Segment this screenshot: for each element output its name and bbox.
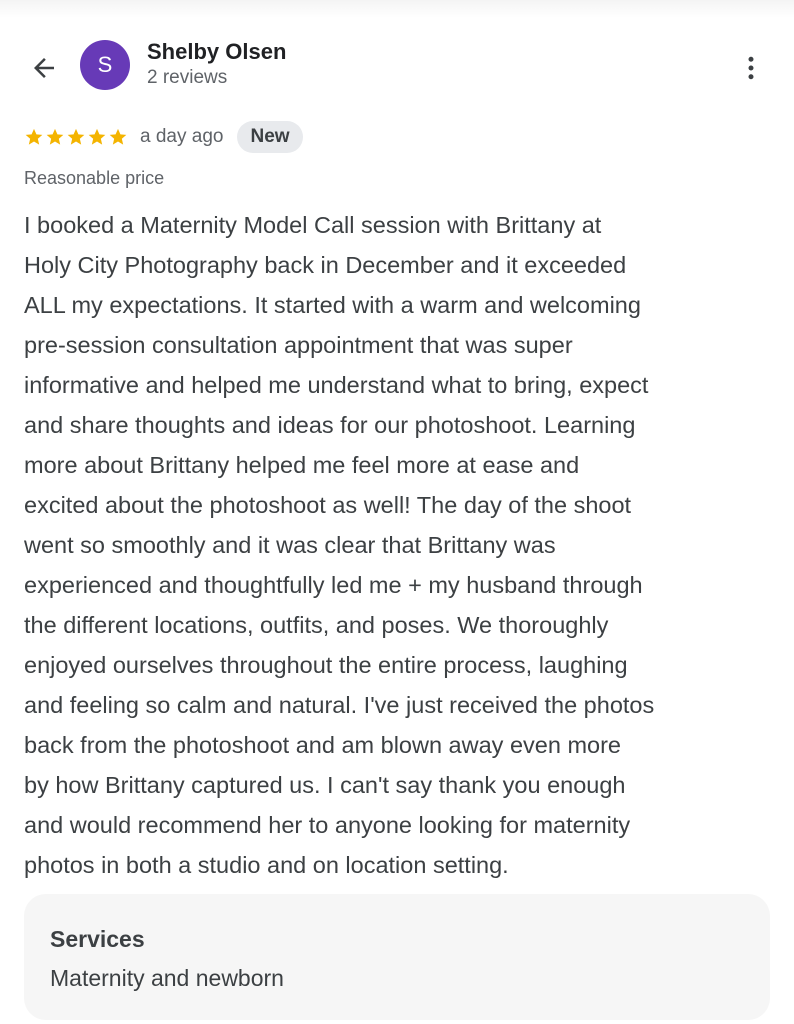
star-rating: [24, 127, 128, 147]
review-time: a day ago: [140, 126, 224, 147]
reviewer-review-count: 2 reviews: [147, 67, 228, 88]
star-icon: [67, 128, 85, 145]
more-vert-icon: [748, 56, 754, 80]
star-icon: [46, 128, 64, 145]
services-value: Maternity and newborn: [50, 965, 284, 991]
services-card: Services Maternity and newborn: [24, 894, 770, 1020]
review-header: S Shelby Olsen 2 reviews: [0, 30, 794, 100]
star-icon: [109, 128, 127, 145]
review-text: I booked a Maternity Model Call session …: [24, 212, 655, 878]
review-attribute: Reasonable price: [24, 168, 165, 188]
avatar[interactable]: S: [80, 40, 130, 90]
more-options-button[interactable]: [733, 50, 769, 86]
back-button[interactable]: [24, 50, 64, 86]
new-badge: New: [237, 121, 303, 153]
star-icon: [88, 128, 106, 145]
review-meta-row: a day ago New: [24, 120, 303, 154]
avatar-initial: S: [97, 52, 113, 77]
services-title: Services: [50, 926, 145, 952]
top-shadow: [0, 0, 794, 18]
review-detail-page: S Shelby Olsen 2 reviews a day ago New R…: [0, 0, 794, 1024]
arrow-back-icon: [34, 58, 54, 78]
star-icon: [25, 128, 43, 145]
reviewer-name[interactable]: Shelby Olsen: [147, 39, 286, 65]
